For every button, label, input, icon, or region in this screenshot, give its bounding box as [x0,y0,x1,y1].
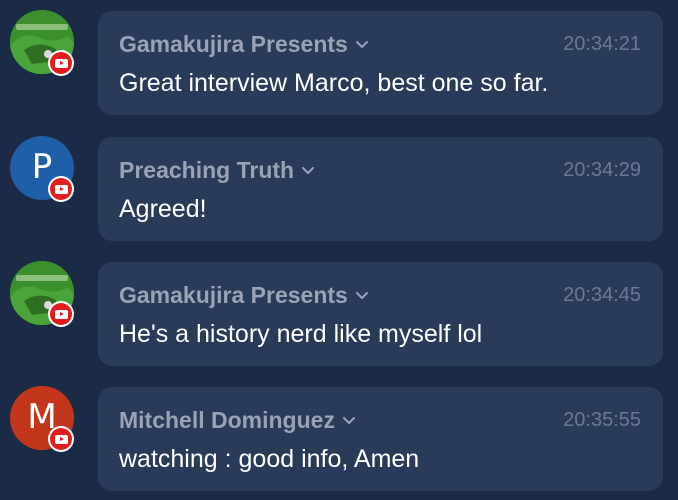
chevron-down-icon[interactable] [342,414,356,428]
youtube-badge [48,176,74,202]
message-timestamp: 20:34:45 [563,284,641,306]
author-name[interactable]: Gamakujira Presents [119,31,348,58]
avatar-letter: P [31,147,53,187]
youtube-icon [50,303,72,325]
message-bubble: Gamakujira Presents 20:34:21 Great inter… [98,11,663,115]
author-row[interactable]: Preaching Truth [119,157,315,184]
author-row[interactable]: Mitchell Dominguez [119,407,356,434]
youtube-badge [48,50,74,76]
author-row[interactable]: Gamakujira Presents [119,31,369,58]
message-timestamp: 20:34:29 [563,159,641,181]
author-name[interactable]: Gamakujira Presents [119,282,348,309]
chevron-down-icon[interactable] [355,38,369,52]
youtube-badge [48,301,74,327]
message-timestamp: 20:35:55 [563,409,641,431]
chevron-down-icon[interactable] [355,289,369,303]
author-name[interactable]: Mitchell Dominguez [119,407,335,434]
message-timestamp: 20:34:21 [563,33,641,55]
avatar-container [10,10,74,76]
chevron-down-icon[interactable] [301,164,315,178]
chat-message: Gamakujira Presents 20:34:45 He's a hist… [0,251,678,366]
chat-message: P Preaching Truth 20:34:29 Agreed! [0,126,678,241]
youtube-icon [50,178,72,200]
chat-message: M Mitchell Dominguez 20:35:55 watching :… [0,376,678,491]
youtube-icon [50,428,72,450]
message-bubble: Preaching Truth 20:34:29 Agreed! [98,137,663,241]
chat-message: Gamakujira Presents 20:34:21 Great inter… [0,0,678,115]
message-bubble: Gamakujira Presents 20:34:45 He's a hist… [98,262,663,366]
message-text: watching : good info, Amen [119,445,420,473]
avatar-container: M [10,386,74,452]
avatar-container: P [10,136,74,202]
author-row[interactable]: Gamakujira Presents [119,282,369,309]
youtube-badge [48,426,74,452]
message-bubble: Mitchell Dominguez 20:35:55 watching : g… [98,387,663,491]
author-name[interactable]: Preaching Truth [119,157,294,184]
avatar-container [10,261,74,327]
chat-message-list: Gamakujira Presents 20:34:21 Great inter… [0,0,678,500]
youtube-icon [50,52,72,74]
message-text: Agreed! [119,195,207,223]
message-text: Great interview Marco, best one so far. [119,69,549,97]
message-text: He's a history nerd like myself lol [119,320,483,348]
